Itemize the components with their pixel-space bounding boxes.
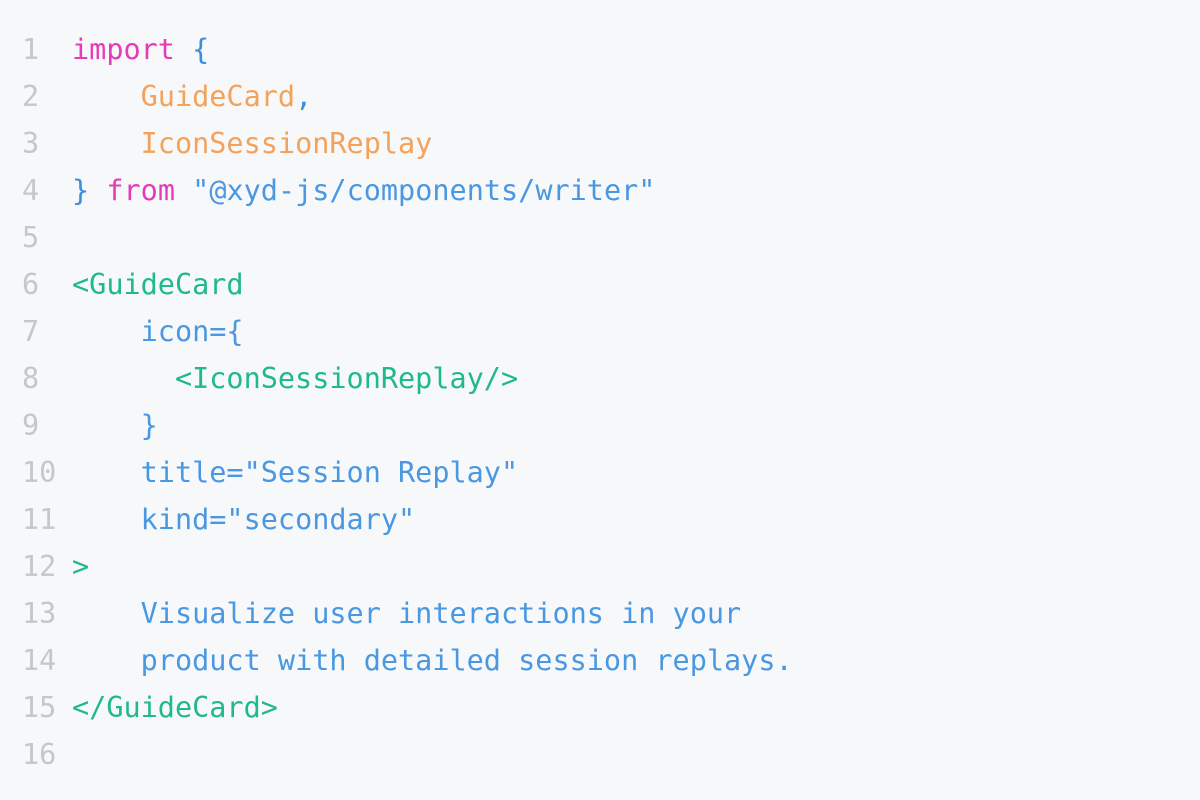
code-text: kind="secondary": [72, 496, 416, 543]
code-line: 14 product with detailed session replays…: [0, 637, 1200, 684]
line-number: 13: [22, 597, 57, 630]
code-line: 10 title="Session Replay": [0, 449, 1200, 496]
code-text: title="Session Replay": [72, 449, 519, 496]
code-token-tag: >: [72, 550, 90, 583]
code-token-tag: <IconSessionReplay/>: [174, 362, 519, 395]
line-number: 7: [22, 315, 40, 348]
code-line: 4} from "@xyd-js/components/writer": [0, 167, 1200, 214]
code-token-tag: <GuideCard: [72, 268, 244, 301]
code-token-keyword: import: [72, 33, 175, 66]
code-lines: 1 import {2 GuideCard, 3 IconSessionReplay…: [0, 26, 1200, 778]
code-text: } from "@xyd-js/components/writer": [72, 167, 655, 214]
line-number: 2: [22, 80, 40, 113]
code-token-punct: ,: [295, 80, 313, 113]
code-token-text: product with detailed session replays.: [140, 644, 793, 677]
line-number: 15: [22, 691, 57, 724]
code-text: </GuideCard>: [72, 684, 278, 731]
code-line: 11 kind="secondary": [0, 496, 1200, 543]
code-line: 7 icon={: [0, 308, 1200, 355]
code-text: >: [72, 543, 89, 590]
code-line: 5: [0, 214, 1200, 261]
code-token-tag: </GuideCard>: [72, 691, 278, 724]
line-number: 6: [22, 268, 40, 301]
code-line: 16: [0, 731, 1200, 778]
code-line: 15 </GuideCard>: [0, 684, 1200, 731]
line-number: 11: [22, 503, 57, 536]
line-number: 16: [22, 738, 57, 771]
code-text: <IconSessionReplay/>: [72, 355, 518, 402]
code-line: 2 GuideCard,: [0, 73, 1200, 120]
code-text: import {: [72, 26, 209, 73]
line-number: 10: [22, 456, 57, 489]
code-line: 13 Visualize user interactions in your: [0, 590, 1200, 637]
code-line: 9 }: [0, 402, 1200, 449]
line-number: 8: [22, 362, 40, 395]
code-text: }: [72, 402, 158, 449]
code-line: 12 >: [0, 543, 1200, 590]
code-token-attr: }: [140, 409, 158, 442]
code-token-attr: title="Session Replay": [140, 456, 519, 489]
code-text: GuideCard,: [72, 73, 313, 120]
line-number: 5: [22, 221, 40, 254]
code-token-keyword: from: [106, 174, 175, 207]
line-number: 14: [22, 644, 57, 677]
code-token-punct: }: [72, 174, 90, 207]
code-line: 6 <GuideCard: [0, 261, 1200, 308]
code-text: Visualize user interactions in your: [72, 590, 742, 637]
line-number: 3: [22, 127, 40, 160]
line-number: 9: [22, 409, 40, 442]
code-text: IconSessionReplay: [72, 120, 433, 167]
code-token-attr: "@xyd-js/components/writer": [192, 174, 656, 207]
code-token-text: Visualize user interactions in your: [140, 597, 742, 630]
code-editor[interactable]: 1 import {2 GuideCard, 3 IconSessionReplay…: [0, 0, 1200, 800]
code-token-identifier: GuideCard: [140, 80, 296, 113]
code-text: product with detailed session replays.: [72, 637, 793, 684]
code-line: 1 import {: [0, 26, 1200, 73]
line-number: 1: [22, 33, 40, 66]
code-token-identifier: IconSessionReplay: [140, 127, 433, 160]
line-number: 4: [22, 174, 40, 207]
code-text: icon={: [72, 308, 244, 355]
code-text: <GuideCard: [72, 261, 244, 308]
code-token-attr: kind="secondary": [140, 503, 416, 536]
line-number: 12: [22, 550, 57, 583]
code-token-punct: {: [192, 33, 210, 66]
code-token-attr: icon={: [140, 315, 244, 348]
code-line: 3 IconSessionReplay: [0, 120, 1200, 167]
code-line: 8 <IconSessionReplay/>: [0, 355, 1200, 402]
